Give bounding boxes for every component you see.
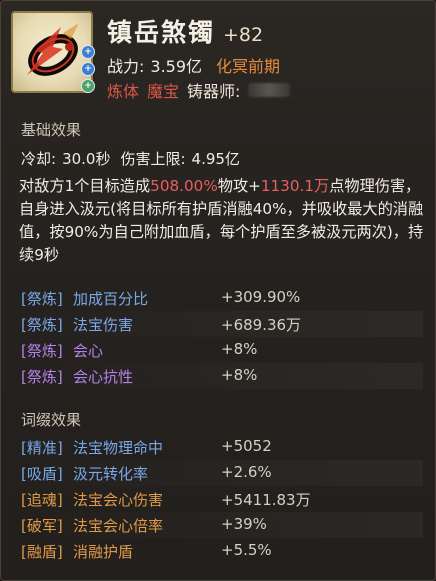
title-row: 镇岳煞镯 +82 bbox=[107, 13, 263, 49]
cooldown-value: 30.0秒 bbox=[62, 150, 111, 168]
damage-cap-label: 伤害上限: bbox=[120, 150, 186, 168]
cooldown-row: 冷却: 30.0秒 伤害上限: 4.95亿 bbox=[21, 148, 423, 169]
upgrade-badge: + bbox=[81, 45, 95, 59]
stat-value: +39% bbox=[221, 515, 267, 533]
upgrade-badge: + bbox=[81, 79, 95, 93]
tags-row: 炼体 魔宝 铸器师: bbox=[107, 78, 291, 102]
stat-tag: [融盾] bbox=[21, 543, 63, 561]
desc-text: 对敌方1个目标造成 bbox=[19, 177, 151, 195]
stat-row: [吸盾] 汲元转化率 +2.6% bbox=[21, 460, 423, 486]
stat-tag: [祭炼] bbox=[21, 290, 63, 308]
stat-tag: [祭炼] bbox=[21, 316, 63, 334]
stat-row: [祭炼] 会心抗性 +8% bbox=[21, 363, 423, 389]
stat-row: [融盾] 消融护盾 +5.5% bbox=[21, 538, 423, 564]
item-header: + + + 镇岳煞镯 +82 战力: 3.59亿 化冥前期 炼体 魔宝 铸器师: bbox=[1, 1, 435, 109]
forger-name-redacted bbox=[248, 83, 291, 97]
power-row: 战力: 3.59亿 化冥前期 bbox=[107, 53, 280, 77]
forger-label: 铸器师: bbox=[187, 82, 241, 101]
stat-name: 法宝伤害 bbox=[73, 316, 134, 334]
stat-name: 法宝物理命中 bbox=[73, 439, 164, 457]
stat-name: 加成百分比 bbox=[73, 290, 149, 308]
skill-description: 对敌方1个目标造成508.00%物攻+1130.1万点物理伤害，自身进入汲元(将… bbox=[19, 175, 429, 267]
power-value: 3.59亿 bbox=[150, 57, 203, 76]
stat-tag: [祭炼] bbox=[21, 368, 63, 386]
section-title: 词缀效果 bbox=[21, 411, 82, 429]
stat-row: [祭炼] 会心 +8% bbox=[21, 337, 423, 363]
realm-label: 化冥前期 bbox=[216, 57, 281, 76]
stat-value: +2.6% bbox=[221, 463, 272, 481]
stat-row: [精准] 法宝物理命中 +5052 bbox=[21, 434, 423, 460]
power-label: 战力: bbox=[107, 57, 145, 76]
desc-flat: 1130.1万 bbox=[260, 177, 330, 195]
cooldown-label: 冷却: bbox=[21, 150, 57, 168]
stat-row: [祭炼] 加成百分比 +309.90% bbox=[21, 285, 423, 311]
stat-row: [破军] 法宝会心倍率 +39% bbox=[21, 512, 423, 538]
section-title: 基础效果 bbox=[21, 121, 82, 139]
desc-text: 物攻+ bbox=[217, 177, 261, 195]
stat-row: [追魂] 法宝会心伤害 +5411.83万 bbox=[21, 486, 423, 512]
type-tag: 炼体 bbox=[107, 82, 140, 101]
upgrade-badge: + bbox=[81, 62, 95, 76]
item-name: 镇岳煞镯 bbox=[107, 18, 216, 47]
stat-row: [祭炼] 法宝伤害 +689.36万 bbox=[21, 311, 423, 337]
stat-value: +5052 bbox=[221, 437, 272, 455]
stat-value: +689.36万 bbox=[221, 316, 302, 334]
badge-stack: + + + bbox=[81, 45, 95, 93]
affix-effects-section: 词缀效果 [精准] 法宝物理命中 +5052 [吸盾] 汲元转化率 +2.6% … bbox=[21, 409, 423, 564]
stat-name: 会心 bbox=[73, 342, 104, 360]
enhance-level: +82 bbox=[223, 24, 264, 46]
stat-value: +5411.83万 bbox=[221, 491, 311, 509]
stat-tag: [精准] bbox=[21, 439, 63, 457]
stat-tag: [破军] bbox=[21, 517, 63, 535]
stat-name: 会心抗性 bbox=[73, 368, 134, 386]
desc-percent: 508.00% bbox=[150, 177, 218, 195]
stat-value: +8% bbox=[221, 340, 258, 358]
stat-value: +8% bbox=[221, 366, 258, 384]
stat-name: 汲元转化率 bbox=[73, 465, 149, 483]
basic-effects-section: 基础效果 冷却: 30.0秒 伤害上限: 4.95亿 对敌方1个目标造成508.… bbox=[19, 119, 423, 267]
refine-stats: [祭炼] 加成百分比 +309.90% [祭炼] 法宝伤害 +689.36万 [… bbox=[21, 285, 423, 389]
stat-tag: [吸盾] bbox=[21, 465, 63, 483]
stat-tag: [祭炼] bbox=[21, 342, 63, 360]
damage-cap-value: 4.95亿 bbox=[191, 150, 240, 168]
category-tag: 魔宝 bbox=[147, 82, 180, 101]
stat-name: 法宝会心倍率 bbox=[73, 517, 164, 535]
stat-name: 消融护盾 bbox=[73, 543, 134, 561]
stat-value: +5.5% bbox=[221, 541, 272, 559]
item-tooltip: + + + 镇岳煞镯 +82 战力: 3.59亿 化冥前期 炼体 魔宝 铸器师:… bbox=[0, 0, 436, 581]
stat-value: +309.90% bbox=[221, 288, 301, 306]
stat-tag: [追魂] bbox=[21, 491, 63, 509]
stat-name: 法宝会心伤害 bbox=[73, 491, 164, 509]
